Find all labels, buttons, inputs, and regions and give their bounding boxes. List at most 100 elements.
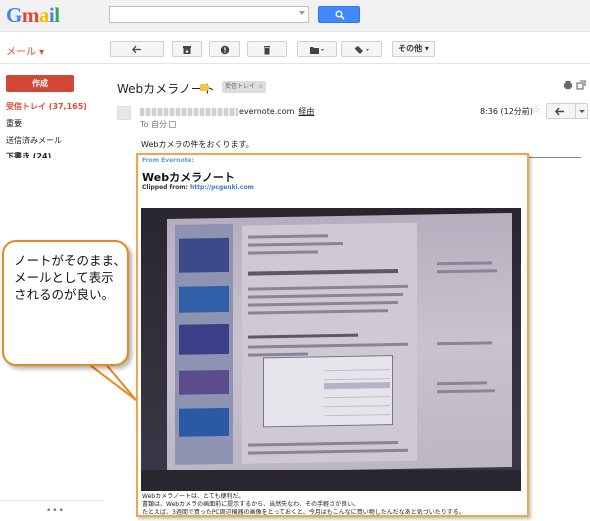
archive-icon [183, 46, 191, 54]
labels-button[interactable] [341, 41, 382, 57]
photo-text-line [437, 381, 487, 386]
folder-icon [310, 47, 324, 54]
annotation-callout: ノートがそのまま、メールとして表示されるのが良い。 [2, 240, 129, 366]
top-bar: Gmail [0, 0, 590, 32]
show-details-icon[interactable] [168, 121, 176, 128]
photo-site-sidebar [175, 223, 233, 465]
sidebar-divider [0, 500, 104, 501]
more-actions-button[interactable]: その他 ▾ [392, 41, 435, 57]
star-icon[interactable]: ☆ [531, 103, 541, 116]
inbox-label-chip: 受信トレイ x [222, 81, 266, 93]
evernote-note: From Evernote: Webカメラノート Clipped from: h… [136, 153, 529, 517]
blurred-sender-address [140, 107, 238, 116]
photo-right-column [431, 221, 506, 460]
report-spam-button[interactable] [209, 41, 240, 57]
via-link[interactable]: 経由 [298, 107, 314, 116]
photo-text-line [437, 261, 492, 266]
note-source: From Evernote: [142, 157, 194, 164]
gmail-logo[interactable]: Gmail [6, 3, 60, 28]
clipped-prefix: Clipped from: [142, 184, 190, 191]
clipped-link[interactable]: http://pcgenki.com [190, 184, 254, 191]
photo-text-line [437, 341, 492, 346]
delete-button[interactable] [247, 41, 287, 57]
callout-text: ノートがそのまま、メールとして表示されるのが良い。 [14, 253, 127, 302]
photo-block [179, 323, 229, 355]
note-title: Webカメラノート [142, 171, 235, 184]
webcam-photo [141, 208, 521, 491]
sender-line: evernote.com 経由 [140, 106, 314, 117]
trash-icon [264, 46, 270, 55]
print-icon[interactable] [563, 80, 573, 90]
photo-block [179, 369, 229, 395]
important-marker-icon[interactable] [200, 84, 209, 91]
note-clipped-from: Clipped from: http://pcgenki.com [142, 184, 254, 191]
photo-text-line [248, 292, 403, 299]
reply-button[interactable] [546, 103, 588, 119]
photo-menu-screenshot [263, 355, 393, 428]
sender-avatar [117, 106, 131, 120]
reply-icon [555, 107, 564, 116]
photo-text-line [437, 269, 497, 274]
photo-menu-item [324, 409, 390, 417]
reply-divider [575, 104, 576, 118]
archive-button[interactable] [172, 41, 202, 57]
photo-text-line [248, 234, 328, 239]
photo-block [179, 407, 229, 437]
logo-letter: l [54, 3, 60, 27]
photo-text-line [437, 389, 495, 394]
message-intro: Webカメラの件をおくります。 [141, 140, 254, 149]
new-window-icon[interactable] [576, 80, 586, 90]
sender-domain: evernote.com [239, 107, 295, 116]
photo-text-line [248, 250, 318, 255]
photo-menu-item [324, 382, 390, 390]
message-time: 8:36 (12分前) [480, 107, 533, 116]
sidebar-item-inbox[interactable]: 受信トレイ (37,165) [6, 101, 87, 112]
search-options-icon[interactable] [299, 11, 305, 15]
photo-text-line [248, 448, 408, 455]
caption-line: 書類は、Webカメラの画面前に提示するから、当然失なわ、その手軽さが良い。 [142, 501, 360, 508]
photo-monitor [167, 212, 512, 474]
move-to-button[interactable] [297, 41, 337, 57]
note-caption: Webカメラノートは、とても便利だ。 書類は、Webカメラの画面前に提示するから… [142, 493, 524, 517]
photo-text-line [248, 342, 408, 349]
remove-label-icon[interactable]: x [259, 83, 263, 90]
search-icon [335, 10, 345, 20]
photo-text-line [248, 333, 358, 339]
search-input[interactable] [109, 6, 309, 23]
report-spam-icon [220, 45, 229, 55]
caption-line: Webカメラノートは、とても便利だ。 [142, 493, 245, 500]
recipient-line: To 自分 [140, 119, 176, 130]
back-button[interactable] [110, 41, 164, 57]
photo-text-line [248, 284, 408, 291]
photo-text-line [248, 300, 398, 307]
photo-text-line [248, 440, 398, 447]
search-button[interactable] [318, 6, 360, 23]
compose-button[interactable]: 作成 [6, 75, 74, 92]
photo-block [179, 237, 229, 273]
recipient-text: To 自分 [140, 120, 167, 129]
photo-document [242, 222, 417, 464]
photo-text-line [248, 309, 388, 315]
logo-letter: a [38, 3, 50, 27]
photo-desk-edge [141, 470, 521, 491]
photo-text-line [248, 268, 398, 276]
logo-letter: m [21, 3, 40, 27]
caption-line: たとえば、3週間で買ったPC周辺機器の画像をとっておくと、今月はもこんなに買い物… [142, 509, 465, 516]
mail-menu[interactable]: メール ▾ [6, 43, 44, 58]
photo-text-line [248, 241, 343, 247]
back-arrow-icon [132, 45, 141, 54]
sidebar-item-important[interactable]: 重要 [6, 118, 22, 129]
photo-menu-item [324, 391, 390, 399]
action-toolbar: メール ▾ その他 ▾ [0, 32, 590, 64]
label-tag-icon [354, 46, 369, 54]
reply-more-icon[interactable] [579, 110, 585, 113]
logo-letter: G [6, 3, 22, 27]
photo-menu-item [324, 400, 390, 408]
photo-menu-item [324, 364, 390, 372]
sidebar-more-button[interactable]: ••• [46, 506, 65, 516]
sidebar-item-sent[interactable]: 送信済みメール [6, 135, 62, 146]
photo-menu-item [324, 373, 390, 381]
sidebar-item-drafts[interactable]: 下書き (24) [6, 151, 51, 158]
photo-block [179, 285, 229, 313]
label-chip-text: 受信トレイ [225, 83, 256, 90]
